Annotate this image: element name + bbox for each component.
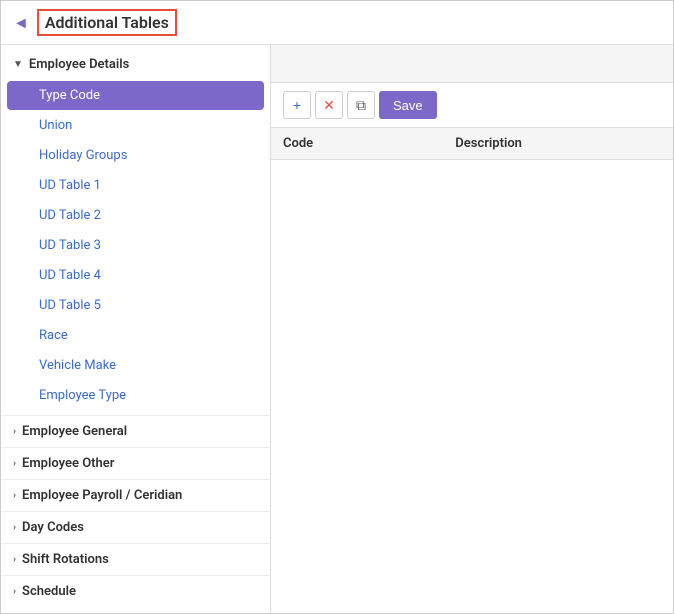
sidebar-group-label-day-codes: Day Codes [22,520,84,535]
sidebar-item-holiday-groups[interactable]: Holiday Groups [7,141,264,170]
sidebar-group-schedule[interactable]: › Schedule [1,575,270,607]
sidebar-item-ud-table-3[interactable]: UD Table 3 [7,231,264,260]
sidebar-group-header-employee-details[interactable]: ▼ Employee Details [1,49,270,80]
sidebar: ▼ Employee Details Type CodeUnionHoliday… [1,45,271,613]
sidebar-item-ud-table-2[interactable]: UD Table 2 [7,201,264,230]
right-panel: + ✕ ⧉ Save Code Description [271,45,673,613]
chevron-right-icon: › [13,586,16,597]
sidebar-group-employee-details: ▼ Employee Details Type CodeUnionHoliday… [1,45,270,415]
sidebar-group-day-codes[interactable]: › Day Codes [1,511,270,543]
chevron-right-icon: › [13,426,16,437]
column-header-code: Code [271,128,443,160]
sidebar-group-label-shift-rotations: Shift Rotations [22,552,109,567]
toolbar: + ✕ ⧉ Save [271,83,673,128]
header: ◄ Additional Tables [1,1,673,45]
copy-icon: ⧉ [356,97,366,114]
sidebar-item-vehicle-make[interactable]: Vehicle Make [7,351,264,380]
chevron-right-icon: › [13,522,16,533]
table-area: Code Description [271,128,673,613]
remove-button[interactable]: ✕ [315,91,343,119]
sidebar-group-label-schedule: Schedule [22,584,76,599]
chevron-right-icon: › [13,554,16,565]
sidebar-group-items-employee-details: Type CodeUnionHoliday GroupsUD Table 1UD… [1,81,270,410]
remove-icon: ✕ [323,97,335,114]
sidebar-group-employee-payroll[interactable]: › Employee Payroll / Ceridian [1,479,270,511]
sidebar-group-label-employee-other: Employee Other [22,456,114,471]
app-container: ◄ Additional Tables ▼ Employee Details T… [0,0,674,614]
sidebar-group-shift-rotations[interactable]: › Shift Rotations [1,543,270,575]
sidebar-item-employee-type[interactable]: Employee Type [7,381,264,410]
sidebar-item-union[interactable]: Union [7,111,264,140]
back-icon[interactable]: ◄ [13,13,29,33]
column-header-description: Description [443,128,673,160]
sidebar-group-label-employee-general: Employee General [22,424,127,439]
sidebar-item-race[interactable]: Race [7,321,264,350]
sidebar-group-employee-other[interactable]: › Employee Other [1,447,270,479]
copy-button[interactable]: ⧉ [347,91,375,119]
sidebar-group-label-employee-details: Employee Details [29,57,129,72]
collapsed-groups: › Employee General › Employee Other › Employe… [1,415,270,607]
table-header-row: Code Description [271,128,673,160]
chevron-right-icon: › [13,490,16,501]
sidebar-group-label-employee-payroll: Employee Payroll / Ceridian [22,488,182,503]
panel-top-bar [271,45,673,83]
main-content: ▼ Employee Details Type CodeUnionHoliday… [1,45,673,613]
add-icon: + [293,97,301,113]
page-title: Additional Tables [37,9,177,36]
sidebar-item-ud-table-5[interactable]: UD Table 5 [7,291,264,320]
sidebar-group-employee-general[interactable]: › Employee General [1,415,270,447]
chevron-down-icon: ▼ [13,59,23,70]
sidebar-item-ud-table-1[interactable]: UD Table 1 [7,171,264,200]
chevron-right-icon: › [13,458,16,469]
save-button[interactable]: Save [379,91,437,119]
add-button[interactable]: + [283,91,311,119]
sidebar-item-ud-table-4[interactable]: UD Table 4 [7,261,264,290]
sidebar-item-type-code[interactable]: Type Code [7,81,264,110]
data-table: Code Description [271,128,673,160]
